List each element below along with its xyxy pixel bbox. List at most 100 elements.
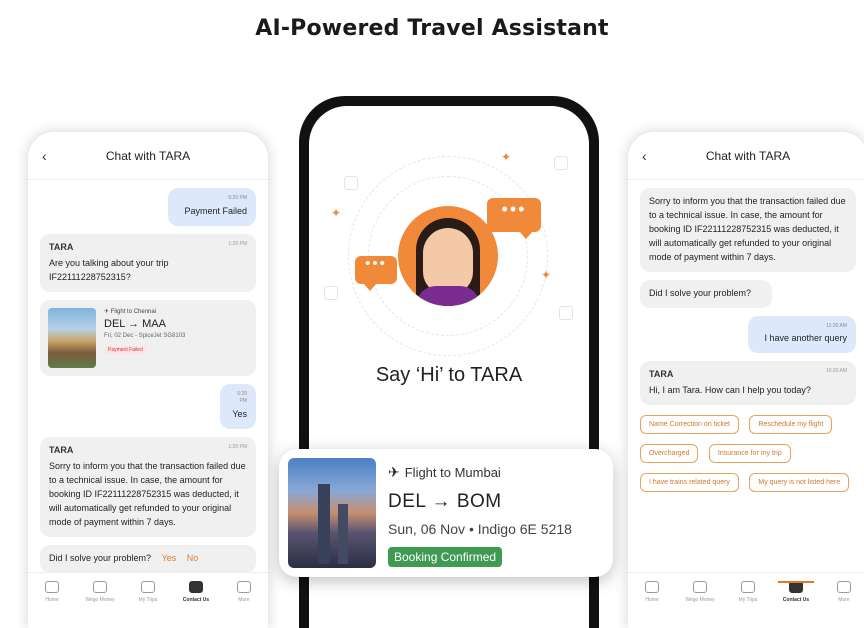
message-text: Hi, I am Tara. How can I help you today? (649, 385, 811, 396)
tab-my-trips[interactable]: My Trips (126, 581, 170, 603)
bot-message: TARA 1:20 PM Sorry to inform you that the… (40, 436, 256, 537)
tab-label: Contact Us (182, 597, 210, 603)
bot-message: TARA 10:20 AM Hi, I am Tara. How can I he… (640, 361, 856, 406)
right-phone: ‹ Chat with TARA Sorry to inform you tha… (628, 132, 864, 628)
chat-body[interactable]: Sorry to inform you that the transaction… (628, 180, 864, 572)
wallet-icon (93, 581, 107, 593)
tab-label: Wego Money (685, 597, 715, 603)
tab-bar: Home Wego Money My Trips Contact Us More (28, 572, 268, 628)
flight-date: Sun, 06 Nov • Indigo 6E 5218 (388, 521, 572, 537)
left-phone: ‹ Chat with TARA 5:20 PM Payment Failed … (28, 132, 268, 628)
message-time: 11:20 AM (826, 322, 847, 329)
chat-header: ‹ Chat with TARA (628, 132, 864, 180)
trip-heading: Flight to Chennai (110, 308, 157, 315)
quick-reply-button[interactable]: Overcharged (640, 444, 699, 464)
status-badge: Booking Confirmed (388, 547, 503, 567)
tab-label: Home (45, 597, 59, 603)
back-button[interactable]: ‹ (42, 148, 58, 164)
trip-card[interactable]: ✈ Flight to Chennai DEL → MAA Fri, 02 De… (40, 299, 256, 376)
bot-message: Did I solve your problem? Yes No (40, 544, 256, 572)
chat-header: ‹ Chat with TARA (28, 132, 268, 180)
tab-label: My Trips (738, 597, 758, 603)
message-time: 10:20 AM (825, 368, 847, 375)
chat-body[interactable]: 5:20 PM Payment Failed TARA 1:20 PM Are y… (28, 180, 268, 572)
sparkle-icon: ✦ (501, 150, 512, 164)
message-text: Sorry to inform you that the transaction… (49, 460, 246, 527)
tab-label: My Trips (138, 597, 158, 603)
tab-label: More (838, 597, 850, 603)
chat-icon (189, 581, 203, 593)
message-text: Yes (232, 409, 247, 419)
no-option[interactable]: No (187, 553, 199, 563)
chat-bubble-icon: ••• (487, 198, 541, 239)
sparkle-icon: ✦ (541, 268, 552, 282)
user-message: 5:20 PM Yes (220, 383, 256, 429)
sparkle-icon: ✦ (331, 206, 342, 220)
suitcase-icon (141, 581, 155, 593)
tab-home[interactable]: Home (30, 581, 74, 603)
grid-icon (237, 581, 251, 593)
chat-bubble-icon: ••• (355, 256, 397, 291)
tab-wego-money[interactable]: Wego Money (678, 581, 722, 603)
quick-reply-button[interactable]: Name Correction on ticket (640, 415, 739, 435)
home-icon (45, 581, 59, 593)
page-title: AI-Powered Travel Assistant (255, 16, 609, 41)
flight-heading: Flight to Mumbai (404, 465, 501, 480)
flight-route: DEL → BOM (388, 491, 502, 512)
grid-icon (837, 581, 851, 593)
trip-route: DEL → MAA (104, 317, 166, 330)
bot-message: Did I solve your problem? (640, 279, 772, 308)
tab-label: Wego Money (85, 597, 115, 603)
decor-square (559, 306, 573, 320)
tab-label: Contact Us (782, 597, 810, 603)
message-time: 5:20 PM (228, 195, 247, 201)
tab-home[interactable]: Home (630, 581, 674, 603)
message-text: Did I solve your problem? (649, 287, 752, 298)
bot-name: TARA (49, 241, 74, 252)
chat-title: Chat with TARA (705, 148, 791, 163)
decor-square (344, 176, 358, 190)
tab-more[interactable]: More (822, 581, 864, 603)
tara-avatar (398, 206, 498, 306)
chat-title: Chat with TARA (105, 148, 191, 163)
status-badge: Payment Failed (104, 345, 147, 354)
quick-reply-button[interactable]: Insurance for my trip (708, 444, 791, 464)
tab-bar: Home Wego Money My Trips Contact Us More (628, 572, 864, 628)
user-message: 5:20 PM Payment Failed (168, 188, 256, 226)
message-text: Did I solve your problem? (49, 552, 152, 563)
tab-wego-money[interactable]: Wego Money (78, 581, 122, 603)
tab-my-trips[interactable]: My Trips (726, 581, 770, 603)
bot-message: TARA 1:20 PM Are you talking about your t… (40, 233, 256, 292)
quick-reply-button[interactable]: Reschedule my flight (749, 415, 833, 435)
message-time: 5:20 PM (237, 390, 247, 405)
yes-option[interactable]: Yes (162, 553, 177, 563)
message-text: Are you talking about your trip IF221112… (49, 257, 169, 282)
message-text: Sorry to inform you that the transaction… (649, 196, 846, 262)
message-text: Payment Failed (184, 205, 247, 216)
tab-contact-us[interactable]: Contact Us (174, 581, 218, 603)
message-text: I have another query (764, 333, 847, 344)
tab-contact-us[interactable]: Contact Us (774, 581, 818, 603)
quick-reply-button[interactable]: I have trains related query (640, 473, 739, 493)
message-time: 1:20 PM (228, 443, 247, 450)
user-message: 11:20 AM I have another query (748, 315, 856, 354)
message-time: 1:20 PM (228, 240, 247, 247)
trip-image (48, 307, 96, 368)
quick-replies: Name Correction on ticket Reschedule my … (640, 413, 856, 500)
tab-label: More (238, 597, 250, 603)
quick-reply-button[interactable]: My query is not listed here (749, 473, 850, 493)
decor-square (324, 286, 338, 300)
plane-icon: ✈ (104, 308, 111, 315)
wallet-icon (693, 581, 707, 593)
back-button[interactable]: ‹ (642, 148, 658, 164)
bot-name: TARA (649, 369, 674, 380)
suitcase-icon (741, 581, 755, 593)
plane-icon: ✈ (388, 464, 400, 480)
flight-card[interactable]: ✈ Flight to Mumbai DEL → BOM Sun, 06 Nov … (279, 449, 613, 577)
say-hi-heading: Say ‘Hi’ to TARA (375, 364, 523, 386)
tab-label: Home (645, 597, 659, 603)
bot-name: TARA (49, 444, 74, 455)
trip-date: Fri, 02 Dec - SpiceJet SG8103 (104, 332, 186, 339)
bot-message: Sorry to inform you that the transaction… (640, 188, 856, 272)
tab-more[interactable]: More (222, 581, 266, 603)
